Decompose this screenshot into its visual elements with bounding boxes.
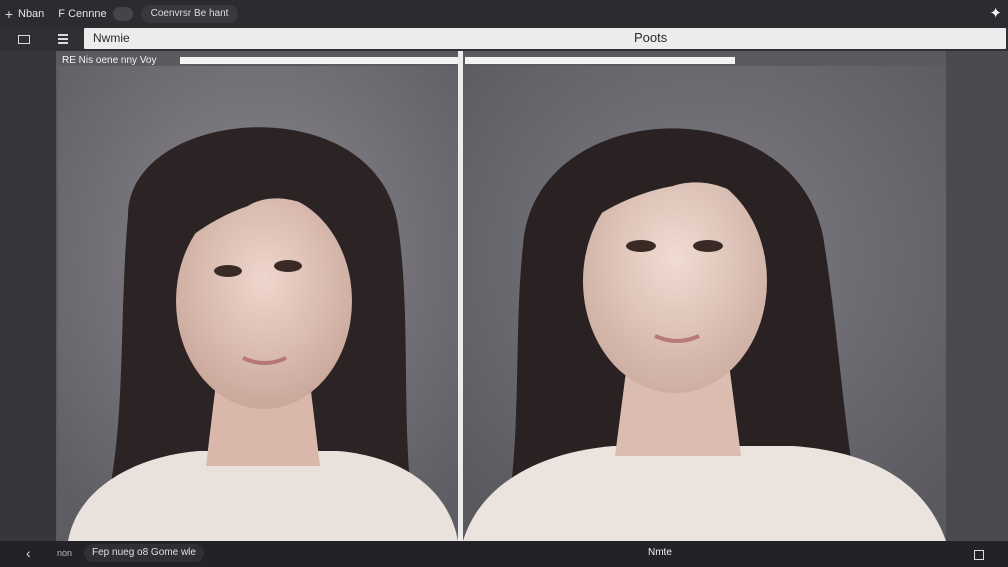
title-pill[interactable]: Coenvrsr Be hant — [140, 4, 239, 23]
progress-bar-left — [180, 57, 458, 64]
title-bar: + Nban F Cennne Coenvrsr Be hant ✦ — [0, 0, 1008, 27]
address-center-text: Poots — [634, 30, 668, 45]
plus-icon[interactable]: + — [2, 6, 16, 22]
bottom-center-label: Nmte — [648, 547, 672, 558]
window-icon[interactable] — [16, 31, 32, 47]
app-title: Nban — [18, 7, 45, 20]
sparkle-icon[interactable]: ✦ — [989, 4, 1002, 22]
portrait-right — [463, 66, 946, 541]
address-bar[interactable]: Nwmie Poots — [84, 28, 1006, 49]
chevron-left-icon[interactable]: ‹ — [26, 545, 31, 561]
bottom-bar: ‹ non Fep nueg o8 Gome wle Nmte — [0, 541, 1008, 567]
address-left-text: Nwmie — [93, 31, 130, 45]
square-icon[interactable] — [974, 550, 984, 560]
left-sidebar — [0, 51, 56, 541]
content-label: RE Nis oene nny Voy — [62, 55, 157, 66]
toggle-switch[interactable] — [112, 6, 133, 21]
progress-bar-right — [465, 57, 735, 64]
window-title: F Cennne — [58, 7, 107, 20]
portrait-left — [58, 66, 458, 541]
bottom-pill[interactable]: Fep nueg o8 Gome wle — [84, 544, 204, 562]
menu-icon[interactable] — [56, 31, 72, 47]
bottom-small-label: non — [57, 548, 73, 558]
right-sidebar — [946, 51, 1008, 541]
